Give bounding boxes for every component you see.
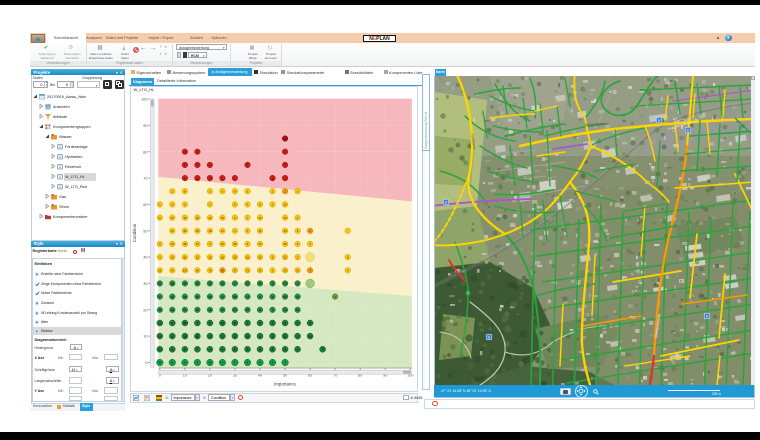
svg-text:20: 20	[143, 308, 147, 312]
svg-text:100: 100	[141, 98, 147, 102]
svg-text:Condition: Condition	[132, 223, 137, 242]
svg-text:113: 113	[183, 269, 188, 273]
svg-text:1: 1	[59, 145, 61, 149]
svg-text:30: 30	[143, 282, 147, 286]
svg-text:80: 80	[143, 150, 147, 154]
svg-text:90: 90	[143, 124, 147, 128]
svg-text:40: 40	[143, 256, 147, 260]
svg-text:1: 1	[59, 155, 61, 159]
svg-text:50: 50	[143, 229, 147, 233]
svg-text:1: 1	[59, 175, 61, 179]
svg-text:0: 0	[145, 361, 147, 365]
svg-text:60: 60	[143, 203, 147, 207]
svg-text:70: 70	[143, 177, 147, 181]
svg-text:Importance: Importance	[274, 382, 297, 387]
svg-text:1: 1	[59, 165, 61, 169]
svg-text:1: 1	[59, 185, 61, 189]
svg-text:10: 10	[143, 335, 147, 339]
